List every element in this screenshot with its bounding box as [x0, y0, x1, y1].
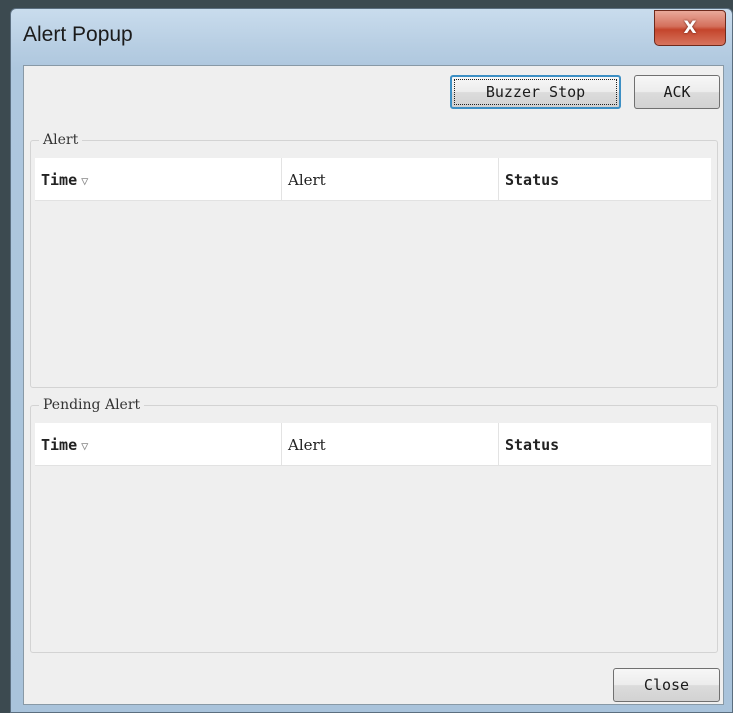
column-alert-label: Alert — [288, 436, 326, 454]
pending-alert-group-title: Pending Alert — [39, 397, 145, 413]
title-bar[interactable]: Alert Popup X — [11, 9, 732, 59]
close-button[interactable]: Close — [613, 668, 720, 702]
column-header-status[interactable]: Status — [499, 158, 713, 200]
pending-alert-group: Pending Alert Time ▽ Alert Status — [30, 397, 718, 653]
column-alert-label: Alert — [288, 171, 326, 189]
sort-descending-icon: ▽ — [81, 439, 89, 453]
column-header-time[interactable]: Time ▽ — [35, 423, 281, 465]
buzzer-stop-button[interactable]: Buzzer Stop — [450, 75, 621, 109]
column-status-label: Status — [505, 171, 560, 189]
alert-list-header: Time ▽ Alert Status — [35, 158, 711, 201]
ack-label: ACK — [663, 83, 691, 101]
column-header-time[interactable]: Time ▽ — [35, 158, 281, 200]
alert-group-title: Alert — [39, 132, 83, 148]
alert-popup-window: Alert Popup X Buzzer Stop ACK Alert Time… — [10, 8, 733, 713]
sort-descending-icon: ▽ — [81, 174, 89, 188]
column-time-label: Time — [41, 436, 78, 454]
window-title: Alert Popup — [23, 23, 133, 46]
close-window-button[interactable]: X — [654, 10, 726, 46]
focus-rectangle — [454, 79, 617, 105]
pending-alert-list[interactable]: Time ▽ Alert Status — [35, 423, 711, 648]
client-area: Buzzer Stop ACK Alert Time ▽ Alert Statu… — [23, 65, 724, 705]
column-header-status[interactable]: Status — [499, 423, 713, 465]
column-header-alert[interactable]: Alert — [282, 158, 498, 200]
close-icon: X — [683, 18, 697, 38]
column-time-label: Time — [41, 171, 78, 189]
pending-alert-list-header: Time ▽ Alert Status — [35, 423, 711, 466]
ack-button[interactable]: ACK — [634, 75, 720, 109]
column-header-alert[interactable]: Alert — [282, 423, 498, 465]
alert-list[interactable]: Time ▽ Alert Status — [35, 158, 711, 383]
alert-group: Alert Time ▽ Alert Status — [30, 132, 718, 388]
column-status-label: Status — [505, 436, 560, 454]
close-label: Close — [643, 676, 690, 694]
